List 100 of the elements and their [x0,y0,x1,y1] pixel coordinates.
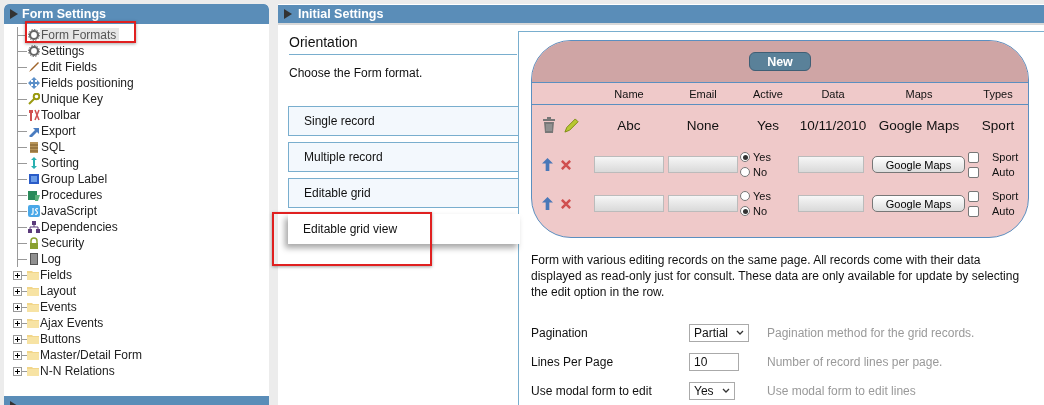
section-title: Orientation [289,34,517,55]
column-header: Data [820,87,846,100]
tree-item[interactable]: Events [39,299,80,315]
radio-button[interactable] [740,167,750,177]
checkbox[interactable] [968,151,979,163]
text-field[interactable] [668,156,738,173]
radio-label: Yes [753,190,771,202]
maps-button[interactable]: Google Maps [872,156,965,173]
dropdown[interactable]: Partial [689,323,749,342]
folder-icon [27,349,39,361]
cell-value: Google Maps [877,117,961,133]
date-field[interactable] [798,195,864,212]
format-option[interactable]: Multiple record [288,142,518,172]
maps-button[interactable]: Google Maps [872,195,965,212]
folder-icon [27,317,39,329]
cell-value: None [685,117,721,133]
expand-icon[interactable] [13,351,22,360]
column-header: Email [688,87,718,100]
tree-item[interactable]: Layout [39,283,80,299]
folder-icon [27,301,39,313]
radio-button[interactable] [740,152,750,162]
close-icon[interactable] [561,198,571,209]
arrow-up-icon[interactable] [542,197,553,210]
radio-button[interactable] [740,191,750,201]
tree-item[interactable]: Ajax Events [39,315,107,331]
tree-item[interactable]: Edit Fields [40,59,101,75]
checkbox-label: Sport [992,190,1019,202]
move-arrows-icon [28,77,40,89]
folder-icon [27,269,39,281]
cell-value: Sport [980,117,1016,133]
tree-item[interactable]: JavaScript [40,203,101,219]
tree-item[interactable]: Unique Key [40,91,107,107]
tree-item[interactable]: Fields positioning [40,75,137,91]
radio-label: No [753,205,768,217]
lock-icon [28,237,40,249]
tree-item[interactable]: Security [40,235,88,251]
arrow-icon [28,125,40,137]
expand-icon[interactable] [13,287,22,296]
expand-icon[interactable] [13,319,22,328]
cell-value: 10/11/2010 [798,117,868,133]
setting-label: Use modal form to edit [531,383,653,398]
folder-icon [27,365,39,377]
checkbox[interactable] [968,205,979,217]
checkbox[interactable] [968,190,979,202]
collapse-arrow-icon[interactable] [284,9,292,19]
radio-label: No [753,166,768,178]
tree-item[interactable]: Sorting [40,155,83,171]
close-icon[interactable] [561,159,571,170]
folder-icon [27,333,39,345]
radio-button[interactable] [740,206,750,216]
hierarchy-icon [28,221,40,233]
help-text: Use modal form to edit lines [767,383,916,398]
help-text: Number of record lines per page. [767,354,943,369]
column-header: Active [752,87,784,100]
format-option[interactable]: Editable grid view [288,214,520,244]
radio-label: Yes [753,151,771,163]
expand-icon[interactable] [13,335,22,344]
column-header: Maps [904,87,934,100]
expand-icon[interactable] [13,271,22,280]
tree-item[interactable]: Group Label [40,171,111,187]
checkbox-label: Auto [992,166,1015,178]
trash-icon[interactable] [542,117,556,133]
dropdown[interactable]: Yes [689,381,735,400]
expand-icon[interactable] [13,303,22,312]
arrow-up-icon[interactable] [542,158,553,171]
input-field[interactable]: 10 [689,352,739,371]
tree-item[interactable]: Dependencies [40,219,121,235]
gear-icon [28,45,40,57]
tree-item[interactable]: Settings [40,43,88,59]
tree-item[interactable]: SQL [40,139,68,155]
tree-item[interactable]: Procedures [40,187,106,203]
checkbox-label: Sport [992,151,1019,163]
text-field[interactable] [668,195,738,212]
text-field[interactable] [594,156,664,173]
setting-label: Pagination [531,325,589,340]
cell-value: Yes [756,117,780,133]
description-text: Form with various editing records on the same page. All records come with their data displayed as read-only just for consult. These data are only available for update by selecting the edit option in the row. [531,252,1021,300]
tree-item[interactable]: Fields [39,267,75,283]
log-icon [28,253,40,265]
database-icon [28,141,40,153]
expand-icon[interactable] [13,367,22,376]
tree-item[interactable]: Log [40,251,65,267]
caret-icon [721,388,730,393]
collapse-arrow-icon[interactable] [10,9,18,19]
format-option[interactable]: Single record [288,106,518,136]
tree-item[interactable]: Buttons [39,331,84,347]
text-field[interactable] [594,195,664,212]
checkbox[interactable] [968,166,979,178]
new-button[interactable]: New [749,52,811,71]
key-icon [28,93,40,105]
tree-item[interactable]: Master/Detail Form [39,347,146,363]
date-field[interactable] [798,156,864,173]
cell-value: Abc [616,117,642,133]
tree-item[interactable]: Export [40,123,79,139]
tree-item[interactable]: N-N Relations [39,363,118,379]
tree-item[interactable]: Toolbar [40,107,84,123]
format-option[interactable]: Editable grid [288,178,518,208]
group-icon [28,173,40,185]
panel-title: Initial Settings [298,7,384,21]
pencil-icon[interactable] [564,117,579,133]
